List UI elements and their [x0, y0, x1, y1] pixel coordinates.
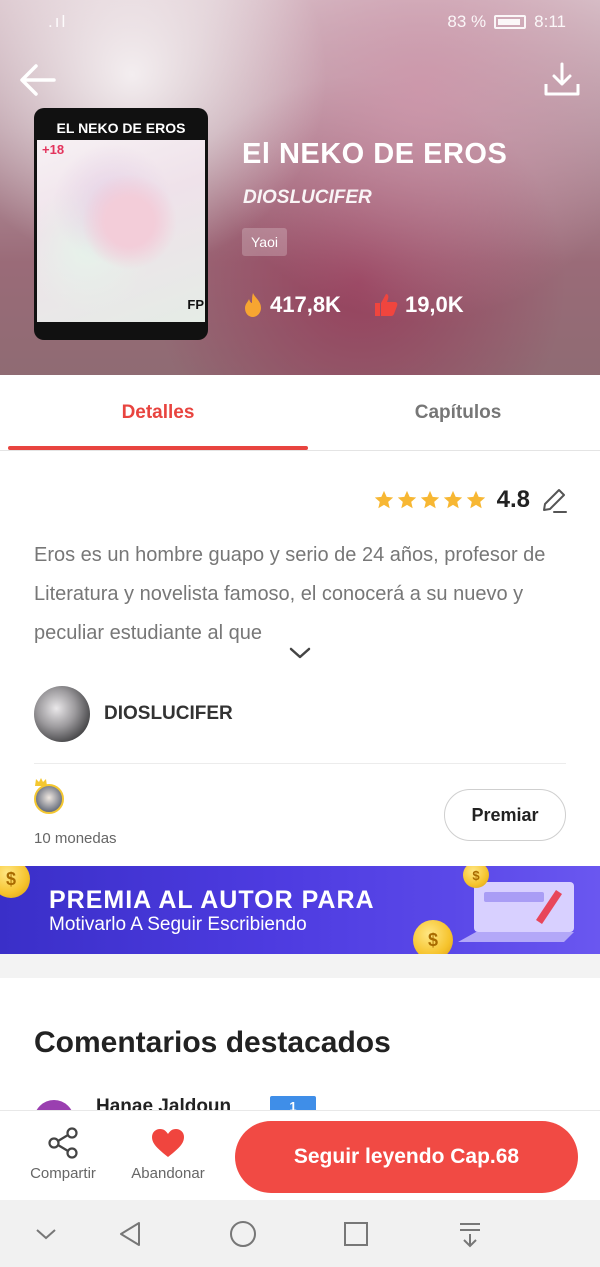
active-tab-indicator — [8, 446, 308, 450]
likes-stat: 19,0K — [373, 292, 464, 318]
genre-chip[interactable]: Yaoi — [242, 228, 287, 256]
book-cover[interactable]: EL NEKO DE EROS +18 FP — [34, 108, 208, 340]
share-label: Compartir — [30, 1165, 96, 1182]
views-count: 417,8K — [270, 292, 341, 317]
coins-count: 10 monedas — [34, 830, 117, 847]
rating-row: 4.8 — [373, 486, 568, 514]
star-icon — [466, 490, 485, 509]
author-name[interactable]: DIOSLUCIFER — [104, 703, 233, 725]
coin-icon: $ — [413, 920, 453, 954]
bottom-action-bar: Compartir Abandonar Seguir leyendo Cap.6… — [0, 1110, 600, 1200]
battery-icon — [494, 15, 527, 29]
abandon-label: Abandonar — [131, 1165, 205, 1182]
pull-down-icon — [460, 1223, 480, 1248]
nav-recents-button[interactable] — [338, 1216, 374, 1252]
edit-pencil-icon[interactable] — [540, 486, 568, 514]
coin-icon: $ — [0, 866, 30, 898]
heart-icon — [152, 1129, 184, 1157]
comments-section-title: Comentarios destacados — [34, 1026, 391, 1059]
commenter-avatar[interactable] — [34, 1100, 74, 1110]
section-separator — [0, 954, 600, 978]
author-row[interactable]: DIOSLUCIFER — [34, 686, 233, 742]
chevron-down-icon — [289, 647, 311, 659]
book-description: Eros es un hombre guapo y serio de 24 añ… — [34, 544, 546, 644]
tab-bar: Detalles Capítulos — [0, 375, 600, 451]
back-arrow-icon — [20, 64, 56, 96]
cover-artwork — [37, 140, 205, 322]
banner-subline: Motivarlo A Seguir Escribiendo — [49, 914, 307, 935]
triangle-back-icon — [120, 1222, 140, 1246]
views-stat: 417,8K — [242, 292, 341, 318]
book-header: .ıl 83 % 8:11 EL NEKO DE EROS +18 FP El … — [0, 0, 600, 375]
book-title: El NEKO DE EROS — [242, 138, 508, 170]
premiar-button[interactable]: Premiar — [444, 789, 566, 841]
author-avatar[interactable] — [34, 686, 90, 742]
commenter-level-badge: 1 — [270, 1096, 316, 1110]
comment-item[interactable]: Hanae Jaldoun 1 — [34, 1094, 600, 1110]
rating-value: 4.8 — [496, 486, 530, 513]
download-button[interactable] — [540, 58, 584, 102]
likes-count: 19,0K — [404, 292, 464, 317]
status-right: 83 % 8:11 — [447, 12, 566, 32]
book-stats: 417,8K 19,0K — [242, 292, 464, 318]
commenter-name[interactable]: Hanae Jaldoun — [96, 1096, 231, 1110]
star-icon — [374, 490, 393, 509]
nav-back-button[interactable] — [112, 1216, 148, 1252]
circle-home-icon — [230, 1221, 256, 1247]
hide-nav-button[interactable] — [28, 1216, 64, 1252]
star-icon — [420, 490, 439, 509]
signal-indicator: .ıl — [48, 12, 68, 31]
continue-reading-button[interactable]: Seguir leyendo Cap.68 — [235, 1121, 578, 1193]
tab-detalles[interactable]: Detalles — [8, 375, 308, 451]
book-author[interactable]: DIOSLUCIFER — [243, 187, 372, 209]
donor-avatar[interactable] — [34, 784, 64, 814]
star-icon — [443, 490, 462, 509]
reward-author-banner[interactable]: $ PREMIA AL AUTOR PARA Motivarlo A Segui… — [0, 866, 600, 954]
share-button[interactable]: Compartir — [18, 1125, 108, 1182]
chevron-down-icon — [36, 1229, 56, 1240]
status-bar: .ıl 83 % 8:11 — [0, 0, 600, 46]
divider — [34, 763, 566, 764]
banner-headline: PREMIA AL AUTOR PARA — [49, 886, 375, 914]
cover-corner-mark: FP — [187, 297, 204, 312]
back-button[interactable] — [16, 58, 60, 102]
tab-capitulos[interactable]: Capítulos — [308, 375, 600, 451]
nav-notifications-button[interactable] — [452, 1216, 488, 1252]
abandon-button[interactable]: Abandonar — [123, 1125, 213, 1182]
star-icon — [397, 490, 416, 509]
share-icon — [48, 1127, 78, 1159]
top-donor[interactable] — [34, 778, 64, 814]
fire-icon — [245, 293, 261, 317]
battery-text: 83 % — [447, 12, 487, 31]
nav-home-button[interactable] — [225, 1216, 261, 1252]
expand-description-button[interactable] — [289, 646, 311, 665]
thumbs-up-icon — [374, 294, 398, 316]
square-recents-icon — [344, 1222, 368, 1246]
cover-title-text: EL NEKO DE EROS — [56, 120, 186, 136]
clock: 8:11 — [534, 12, 566, 31]
download-icon — [544, 62, 580, 96]
system-navigation-bar — [0, 1200, 600, 1267]
age-rating-tag: +18 — [42, 142, 65, 157]
rating-stars — [373, 489, 487, 511]
